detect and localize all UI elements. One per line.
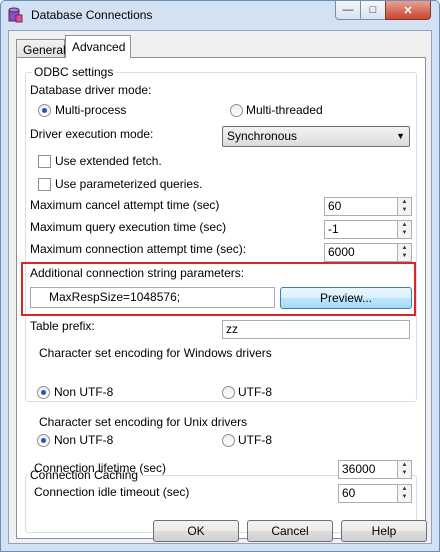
- odbc-settings-title: ODBC settings: [32, 65, 116, 79]
- window-title: Database Connections: [31, 8, 153, 22]
- extended-fetch-label[interactable]: Use extended fetch.: [55, 154, 162, 168]
- database-icon: [8, 7, 23, 23]
- max-connection-label: Maximum connection attempt time (sec):: [30, 242, 247, 256]
- table-prefix-label: Table prefix:: [30, 319, 95, 333]
- dialog-client: General Advanced ODBC settings Database …: [8, 30, 432, 544]
- chevron-down-icon: ▼: [396, 131, 405, 141]
- max-cancel-input[interactable]: 60: [324, 197, 398, 216]
- windows-encoding-group: Character set encoding for Windows drive…: [33, 346, 411, 386]
- advanced-tab-panel: ODBC settings Database driver mode: Mult…: [16, 57, 426, 539]
- multi-process-label[interactable]: Multi-process: [55, 103, 126, 117]
- preview-button[interactable]: Preview...: [280, 287, 412, 309]
- minimize-button[interactable]: —: [335, 1, 361, 20]
- driver-mode-label: Database driver mode:: [30, 83, 152, 97]
- cancel-button[interactable]: Cancel: [247, 520, 333, 542]
- tab-advanced[interactable]: Advanced: [65, 35, 131, 58]
- tab-general[interactable]: General: [16, 39, 66, 58]
- unix-utf8-label[interactable]: UTF-8: [238, 433, 272, 447]
- max-connection-input[interactable]: 6000: [324, 243, 398, 262]
- max-query-input[interactable]: -1: [324, 220, 398, 239]
- max-cancel-spinner[interactable]: ▲ ▼: [398, 197, 412, 216]
- maximize-button[interactable]: □: [360, 1, 386, 20]
- exec-mode-value: Synchronous: [227, 129, 298, 143]
- unix-non-utf8-radio[interactable]: [37, 434, 50, 447]
- windows-utf8-label[interactable]: UTF-8: [238, 385, 272, 399]
- idle-timeout-input[interactable]: 60: [338, 484, 398, 503]
- max-connection-spinner[interactable]: ▲ ▼: [398, 243, 412, 262]
- windows-encoding-title: Character set encoding for Windows drive…: [37, 346, 274, 360]
- connection-lifetime-input[interactable]: 36000: [338, 460, 398, 479]
- additional-params-input[interactable]: MaxRespSize=1048576;: [30, 287, 275, 308]
- multi-threaded-label[interactable]: Multi-threaded: [246, 103, 323, 117]
- max-query-spinner[interactable]: ▲ ▼: [398, 220, 412, 239]
- exec-mode-select[interactable]: Synchronous ▼: [222, 126, 410, 147]
- connection-lifetime-label: Connection lifetime (sec): [34, 461, 167, 475]
- title-bar[interactable]: Database Connections — □ ✕: [1, 1, 439, 29]
- exec-mode-label: Driver execution mode:: [30, 127, 154, 141]
- parameterized-queries-label[interactable]: Use parameterized queries.: [55, 177, 202, 191]
- connection-lifetime-spinner[interactable]: ▲ ▼: [398, 460, 412, 479]
- additional-params-label: Additional connection string parameters:: [30, 266, 245, 280]
- table-prefix-input[interactable]: zz: [222, 320, 410, 339]
- idle-timeout-spinner[interactable]: ▲ ▼: [398, 484, 412, 503]
- windows-non-utf8-label[interactable]: Non UTF-8: [54, 385, 113, 399]
- multi-process-radio[interactable]: [38, 104, 51, 117]
- windows-non-utf8-radio[interactable]: [37, 386, 50, 399]
- close-button[interactable]: ✕: [385, 1, 431, 20]
- multi-threaded-radio[interactable]: [230, 104, 243, 117]
- unix-encoding-title: Character set encoding for Unix drivers: [37, 415, 250, 429]
- max-query-label: Maximum query execution time (sec): [30, 220, 227, 234]
- ok-button[interactable]: OK: [153, 520, 239, 542]
- unix-utf8-radio[interactable]: [222, 434, 235, 447]
- idle-timeout-label: Connection idle timeout (sec): [34, 485, 190, 499]
- dialog-window: Database Connections — □ ✕ General Advan…: [0, 0, 440, 552]
- parameterized-queries-checkbox[interactable]: [38, 178, 51, 191]
- max-cancel-label: Maximum cancel attempt time (sec): [30, 198, 220, 212]
- extended-fetch-checkbox[interactable]: [38, 155, 51, 168]
- windows-utf8-radio[interactable]: [222, 386, 235, 399]
- help-button[interactable]: Help: [341, 520, 427, 542]
- unix-non-utf8-label[interactable]: Non UTF-8: [54, 433, 113, 447]
